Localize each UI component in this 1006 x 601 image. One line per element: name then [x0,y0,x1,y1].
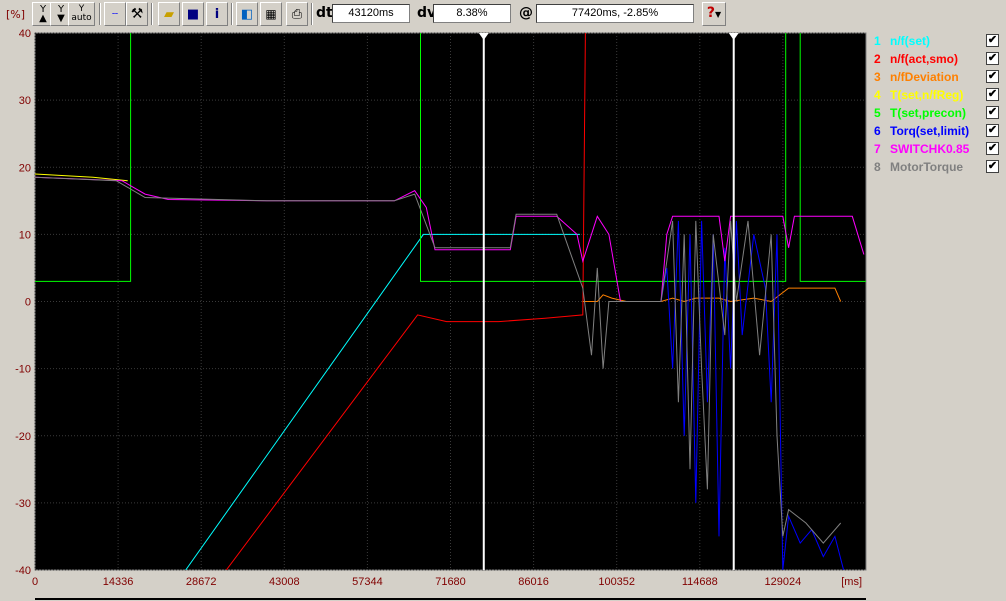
legend-name: Torq(set,limit) [890,124,970,138]
separator [311,3,313,25]
y-auto-button[interactable]: Y auto [68,2,95,26]
legend-item[interactable]: 3 n/fDeviation ✔ [870,68,1002,86]
legend-number: 5 [874,106,881,120]
separator [151,3,153,25]
folder-open-icon: ▰ [164,6,174,22]
info-button[interactable]: i [206,2,228,26]
open-button[interactable]: ▰ [158,2,180,26]
print-button[interactable]: ⎙ [286,2,308,26]
legend-number: 7 [874,142,881,156]
tools-button[interactable]: ⚒ [126,2,148,26]
legend-item[interactable]: 8 MotorTorque ✔ [870,158,1002,176]
legend-number: 3 [874,70,881,84]
legend-name: MotorTorque [890,160,964,174]
x-axis-unit: [ms] [841,576,862,588]
x-tick-label: 86016 [518,576,549,588]
at-label: @ [519,5,533,21]
legend-item[interactable]: 1 n/f(set) ✔ [870,32,1002,50]
legend-checkbox[interactable]: ✔ [986,142,999,155]
legend-checkbox[interactable]: ✔ [986,160,999,173]
y-zoom-up-icon: Y ▲ [39,4,47,24]
separator [99,3,101,25]
legend-checkbox[interactable]: ✔ [986,52,999,65]
x-tick-label: 100352 [598,576,635,588]
x-tick-label: 71680 [435,576,466,588]
x-tick-label: 0 [32,576,38,588]
legend-panel: 1 n/f(set) ✔ 2 n/f(act,smo) ✔ 3 n/fDeviation ✔ 4 T… [868,28,1006,601]
legend-number: 6 [874,124,881,138]
export-button[interactable]: ◧ [236,2,258,26]
grid-icon: ┄ [111,8,119,20]
legend-number: 2 [874,52,881,66]
tools-icon: ⚒ [130,5,144,22]
legend-checkbox[interactable]: ✔ [986,124,999,137]
separator [231,3,233,25]
legend-number: 1 [874,34,881,48]
legend-item[interactable]: 4 T(set,n/fReg) ✔ [870,86,1002,104]
x-tick-label: 28672 [186,576,217,588]
legend-name: T(set,n/fReg) [890,88,964,102]
legend-item[interactable]: 5 T(set,precon) ✔ [870,104,1002,122]
y-tick-label: 40 [19,28,31,40]
legend-checkbox[interactable]: ✔ [986,34,999,47]
y-tick-label: -20 [15,431,31,443]
y-tick-label: -40 [15,565,31,577]
x-tick-label: 114688 [682,576,718,588]
trace-chart[interactable]: 403020100-10-20-30-400 14336 28672 43008 573… [0,28,868,601]
legend-checkbox[interactable]: ✔ [986,88,999,101]
table-button[interactable]: ▦ [260,2,282,26]
y-tick-label: 10 [19,229,31,241]
legend-name: T(set,precon) [890,106,967,120]
y-tick-label: -10 [15,364,31,376]
legend-item[interactable]: 2 n/f(act,smo) ✔ [870,50,1002,68]
x-tick-label: 43008 [269,576,300,588]
legend-item[interactable]: 7 SWITCHK0.85 ✔ [870,140,1002,158]
legend-name: n/fDeviation [890,70,959,84]
printer-icon: ⎙ [291,6,303,22]
x-tick-label: 129024 [765,576,802,588]
help-button[interactable]: ?▼ [702,2,726,26]
plot-panel: 40 30 20 10 0 -10 -20 -30 -40 0 14336 28672 43008 573… [0,28,868,601]
dv-field[interactable]: 8.38% [433,4,511,23]
dt-label: dt [316,5,333,21]
legend-name: SWITCHK0.85 [890,142,970,156]
grid-button[interactable]: ┄ [104,2,126,26]
export-icon: ◧ [240,6,254,22]
legend-name: n/f(set) [890,34,930,48]
y-unit-label: [%] [6,8,26,21]
legend-number: 4 [874,88,881,102]
x-tick-label: 14336 [103,576,134,588]
legend-item[interactable]: 6 Torq(set,limit) ✔ [870,122,1002,140]
y-zoom-down-icon: Y ▼ [57,4,65,24]
save-button[interactable]: ■ [182,2,204,26]
toolbar: [%] Y ▲ Y ▼ Y auto ┄ ⚒ ▰ ■ i ◧ ▦ ⎙ dt 4312… [0,0,1006,28]
y-tick-label: 30 [19,95,31,107]
floppy-disk-icon: ■ [186,6,200,22]
help-icon: ?▼ [706,5,722,21]
x-tick-label: 57344 [352,576,383,588]
info-icon: i [214,6,220,22]
y-tick-label: -30 [15,498,31,510]
dt-field[interactable]: 43120ms [332,4,410,23]
legend-number: 8 [874,160,881,174]
legend-checkbox[interactable]: ✔ [986,70,999,83]
y-tick-label: 0 [25,297,31,309]
y-tick-label: 20 [19,162,31,174]
cursor-position-field[interactable]: 77420ms, -2.85% [536,4,694,23]
legend-checkbox[interactable]: ✔ [986,106,999,119]
table-icon: ▦ [265,6,277,21]
legend-name: n/f(act,smo) [890,52,959,66]
